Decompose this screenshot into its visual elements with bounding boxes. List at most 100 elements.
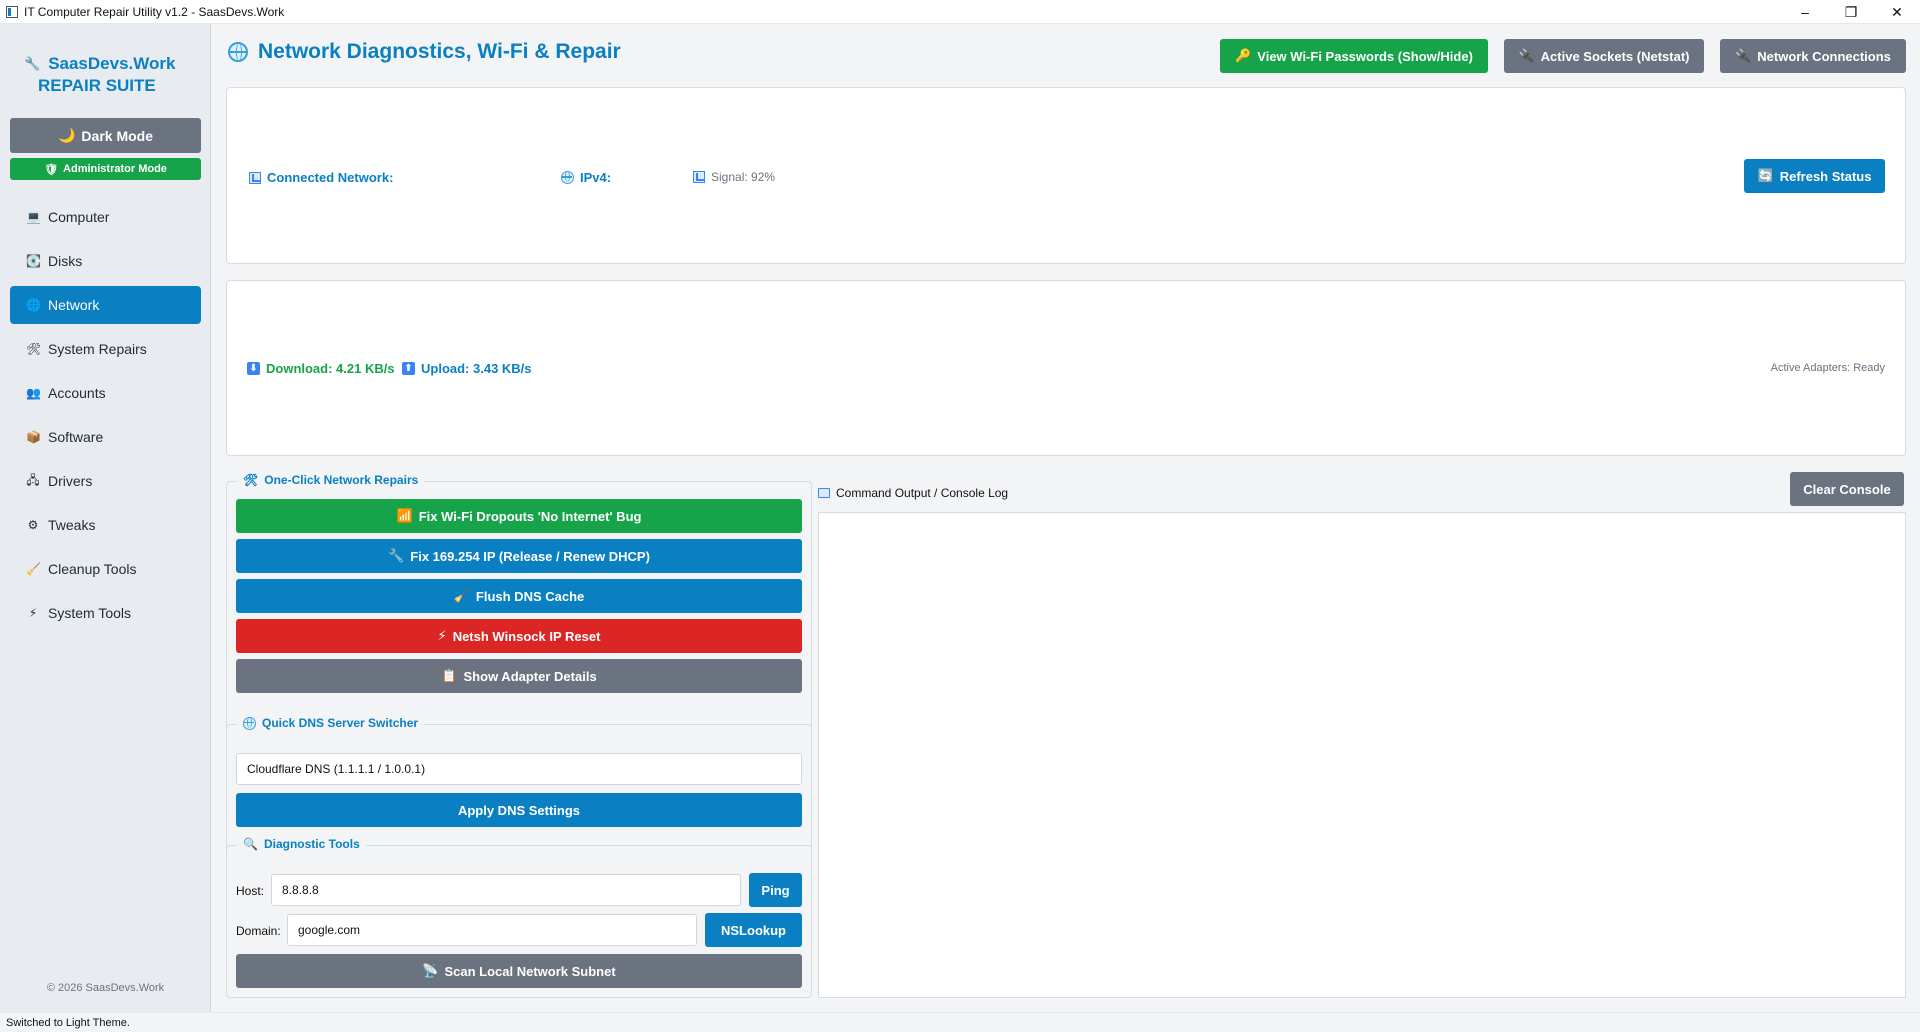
- fix-wifi-dropouts-button[interactable]: 📶 Fix Wi-Fi Dropouts 'No Internet' Bug: [236, 499, 802, 533]
- console-output[interactable]: [818, 512, 1906, 998]
- group-legend-text: Diagnostic Tools: [263, 837, 360, 851]
- ipv4-label: IPv4:: [580, 170, 612, 185]
- gear-icon: ⚙: [27, 518, 39, 532]
- driver-icon: 🖧: [26, 472, 40, 487]
- broom-icon: 🧹: [453, 588, 470, 603]
- sidebar-item-network[interactable]: 🌐 Network: [10, 286, 201, 324]
- throughput-card: ⬇ Download: 4.21 KB/s ⬆ Upload: 3.43 KB/…: [226, 280, 1906, 456]
- dark-mode-label: Dark Mode: [81, 127, 153, 144]
- close-button[interactable]: ✕: [1874, 0, 1920, 24]
- app-icon: [6, 5, 18, 18]
- signal-bars-icon: 📶: [396, 508, 413, 523]
- page-title-text: Network Diagnostics, Wi-Fi & Repair: [258, 40, 621, 63]
- minimize-button[interactable]: –: [1782, 0, 1828, 24]
- sidebar: 🔧 SaasDevs.Work REPAIR SUITE 🌙 Dark Mode …: [0, 24, 211, 1012]
- button-label: Network Connections: [1757, 48, 1891, 64]
- group-legend-text: Quick DNS Server Switcher: [262, 716, 419, 730]
- key-icon: 🔑: [1235, 48, 1252, 63]
- maximize-button[interactable]: ❐: [1828, 0, 1874, 24]
- package-icon: 📦: [26, 430, 41, 444]
- users-icon: 👥: [26, 386, 41, 400]
- wrench-icon: 🔧: [388, 548, 405, 563]
- sidebar-item-software[interactable]: 📦 Software: [10, 418, 201, 456]
- disk-icon: 💽: [26, 254, 41, 268]
- flush-dns-button[interactable]: 🧹 Flush DNS Cache: [236, 579, 802, 613]
- upload-speed: ⬆ Upload: 3.43 KB/s: [402, 361, 532, 376]
- refresh-status-button[interactable]: 🔄 Refresh Status: [1744, 159, 1885, 193]
- moon-icon: 🌙: [57, 127, 76, 143]
- lightning-icon: ⚡: [437, 628, 447, 643]
- active-adapters-status: Active Adapters: Ready: [1770, 362, 1885, 374]
- one-click-repairs-group: 🛠 One-Click Network Repairs 📶 Fix Wi-Fi Dr…: [226, 473, 812, 733]
- upload-speed-label: Upload: 3.43 KB/s: [421, 361, 532, 376]
- view-wifi-passwords-button[interactable]: 🔑 View Wi-Fi Passwords (Show/Hide): [1220, 39, 1488, 73]
- refresh-icon: 🔄: [1757, 168, 1774, 183]
- button-label: Flush DNS Cache: [475, 588, 585, 604]
- sidebar-item-label: System Tools: [48, 605, 131, 621]
- plug-icon: 🔌: [1735, 48, 1752, 63]
- button-label: Refresh Status: [1779, 168, 1872, 184]
- download-speed: ⬇ Download: 4.21 KB/s: [247, 361, 395, 376]
- sidebar-item-disks[interactable]: 💽 Disks: [10, 242, 201, 280]
- chart-icon: [249, 171, 261, 184]
- show-adapter-details-button[interactable]: 📋 Show Adapter Details: [236, 659, 802, 693]
- window-titlebar: IT Computer Repair Utility v1.2 - SaasDe…: [0, 0, 1920, 24]
- connected-network-label: Connected Network:: [267, 170, 394, 185]
- dns-switcher-group: Quick DNS Server Switcher Cloudflare DNS…: [226, 716, 812, 855]
- sidebar-item-cleanup-tools[interactable]: 🧹 Cleanup Tools: [10, 550, 201, 588]
- sidebar-item-label: Disks: [48, 253, 83, 269]
- console-header: Command Output / Console Log: [818, 486, 1008, 500]
- network-connections-button[interactable]: 🔌 Network Connections: [1720, 39, 1906, 73]
- signal-icon: [693, 171, 705, 183]
- sidebar-item-accounts[interactable]: 👥 Accounts: [10, 374, 201, 412]
- button-label: Fix 169.254 IP (Release / Renew DHCP): [410, 548, 650, 564]
- globe-icon: [561, 171, 574, 184]
- ipv4: IPv4:: [561, 170, 611, 185]
- sidebar-item-system-tools[interactable]: ⚡ System Tools: [10, 594, 201, 632]
- button-label: Apply DNS Settings: [457, 802, 581, 818]
- sidebar-item-system-repairs[interactable]: 🛠 System Repairs: [10, 330, 201, 368]
- connection-status-card: Connected Network: IPv4: Signal: 92% 🔄 Re…: [226, 87, 1906, 264]
- sidebar-item-tweaks[interactable]: ⚙ Tweaks: [10, 506, 201, 544]
- sidebar-item-label: Drivers: [48, 473, 93, 489]
- button-label: Clear Console: [1803, 481, 1891, 497]
- scan-subnet-button[interactable]: 📡 Scan Local Network Subnet: [236, 954, 802, 988]
- dns-server-select[interactable]: Cloudflare DNS (1.1.1.1 / 1.0.0.1): [236, 753, 802, 785]
- signal-strength: Signal: 92%: [693, 170, 775, 184]
- brand-name: SaasDevs.Work: [48, 54, 176, 73]
- domain-label: Domain:: [236, 924, 281, 938]
- button-label: View Wi-Fi Passwords (Show/Hide): [1257, 48, 1473, 64]
- sidebar-item-label: Network: [48, 297, 100, 313]
- winsock-reset-button[interactable]: ⚡ Netsh Winsock IP Reset: [236, 619, 802, 653]
- button-label: Fix Wi-Fi Dropouts 'No Internet' Bug: [418, 508, 642, 524]
- brand-subtitle: REPAIR SUITE: [38, 76, 156, 95]
- dark-mode-button[interactable]: 🌙 Dark Mode: [10, 118, 201, 153]
- status-bar-text: Switched to Light Theme.: [6, 1016, 130, 1029]
- computer-icon: 💻: [26, 210, 41, 224]
- satellite-icon: 📡: [422, 963, 439, 978]
- fix-169-ip-button[interactable]: 🔧 Fix 169.254 IP (Release / Renew DHCP): [236, 539, 802, 573]
- page-title: Network Diagnostics, Wi-Fi & Repair: [228, 40, 621, 64]
- sidebar-item-label: Computer: [48, 209, 110, 225]
- lightning-icon: ⚡: [28, 606, 38, 620]
- host-input[interactable]: 8.8.8.8: [271, 874, 741, 906]
- clear-console-button[interactable]: Clear Console: [1790, 472, 1904, 506]
- domain-input[interactable]: google.com: [287, 914, 697, 946]
- tools-icon: 🛠: [26, 342, 42, 356]
- button-label: Netsh Winsock IP Reset: [452, 628, 601, 644]
- nslookup-button[interactable]: NSLookup: [705, 913, 802, 947]
- sidebar-item-label: Software: [48, 429, 104, 445]
- sidebar-item-drivers[interactable]: 🖧 Drivers: [10, 462, 201, 500]
- button-label: Show Adapter Details: [463, 668, 597, 684]
- ping-button[interactable]: Ping: [749, 873, 802, 907]
- sidebar-item-label: Tweaks: [48, 517, 96, 533]
- active-sockets-button[interactable]: 🔌 Active Sockets (Netstat): [1504, 39, 1704, 73]
- upload-arrow-icon: ⬆: [402, 362, 415, 375]
- globe-icon: [243, 716, 256, 730]
- sidebar-item-label: System Repairs: [48, 341, 147, 357]
- button-label: NSLookup: [721, 922, 786, 938]
- window-title: IT Computer Repair Utility v1.2 - SaasDe…: [24, 4, 285, 19]
- sidebar-item-computer[interactable]: 💻 Computer: [10, 198, 201, 236]
- apply-dns-button[interactable]: Apply DNS Settings: [236, 793, 802, 827]
- plug-icon: 🔌: [1518, 48, 1535, 63]
